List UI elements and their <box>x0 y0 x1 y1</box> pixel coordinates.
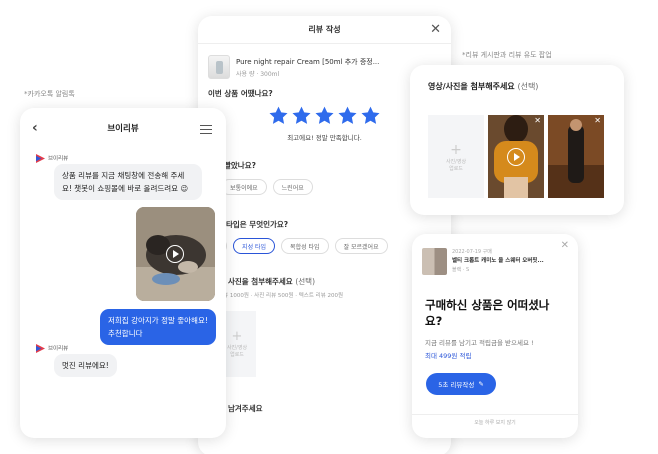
uploaded-photo[interactable]: ✕ <box>548 115 604 198</box>
bot-name: 브이리뷰 <box>48 156 69 162</box>
product-name: Pure night repair Cream [50ml 추가 증정... <box>236 57 380 66</box>
popup-points: 최대 499원 적립 <box>425 352 472 360</box>
popup-product-option: 블랙 · S <box>452 267 470 273</box>
popup-subtext: 지금 리뷰를 남기고 적립금을 받으세요 ! <box>425 339 534 347</box>
bot-label: 브이리뷰 <box>36 154 68 163</box>
review-popup: ✕ 2022-07-19 구매 벨티 크롭트 캐미노 울 스웨터 오버핏... … <box>412 234 578 438</box>
option-chip[interactable]: 복합성 타입 <box>281 238 329 254</box>
close-icon[interactable]: ✕ <box>561 240 569 251</box>
play-icon[interactable] <box>166 245 184 263</box>
bot-logo-icon <box>36 344 45 353</box>
chat-header: ‹ 브이리뷰 <box>20 108 226 148</box>
chat-window: ‹ 브이리뷰 브이리뷰 상품 리뷰를 지금 채팅창에 전송해 주세요! 챗봇이 … <box>20 108 226 438</box>
kakao-caption: *카카오톡 알림톡 <box>24 90 75 98</box>
dog-video-thumbnail[interactable] <box>136 207 215 301</box>
chat-bubble-user: 저희집 강아지가 정말 좋아해요! 추천합니다 <box>100 309 216 345</box>
plus-icon: + <box>231 329 243 344</box>
media-upload-optional: (선택) <box>517 82 539 91</box>
photo-question-text: 사진을 첨부해주세요 <box>228 277 293 286</box>
remove-icon[interactable]: ✕ <box>534 116 541 125</box>
board-caption: *리뷰 게시판과 리뷰 유도 팝업 <box>462 51 552 59</box>
media-upload-title-text: 영상/사진을 첨부해주세요 <box>428 82 515 91</box>
product-option: 사용 량 · 300ml <box>236 70 280 78</box>
review-form-title: 리뷰 작성 <box>308 25 341 34</box>
popup-purchase-date: 2022-07-19 구매 <box>452 249 492 255</box>
write-review-button[interactable]: 5초 리뷰작성 ✎ <box>426 373 496 395</box>
dismiss-today-link[interactable]: 오늘 하루 보지 않기 <box>412 414 578 438</box>
product-thumbnail <box>208 55 230 79</box>
close-icon[interactable]: ✕ <box>430 22 441 37</box>
media-upload-button[interactable]: + 사진/영상 업로드 <box>428 115 484 198</box>
skin-type-question: 타입은 무엇인가요? <box>226 220 289 229</box>
bot-name: 브이리뷰 <box>48 346 69 352</box>
option-chip[interactable]: 보통이에요 <box>221 179 267 195</box>
star-icon[interactable] <box>291 105 312 126</box>
photo-question-optional: (선택) <box>295 277 315 286</box>
upload-label: 사진/영상 업로드 <box>226 345 248 358</box>
plus-icon: + <box>450 141 462 158</box>
bot-label: 브이리뷰 <box>36 344 68 353</box>
outfit-photo <box>548 115 604 198</box>
media-row: + 사진/영상 업로드 ✕ ✕ <box>428 115 604 198</box>
option-chip[interactable]: 잘 모르겠어요 <box>334 238 388 254</box>
media-upload-title: 영상/사진을 첨부해주세요 (선택) <box>410 65 624 92</box>
option-chip[interactable]: 느린어요 <box>272 179 313 195</box>
bot-logo-icon <box>36 154 45 163</box>
back-icon[interactable]: ‹ <box>32 120 38 136</box>
media-upload-card: 영상/사진을 첨부해주세요 (선택) + 사진/영상 업로드 ✕ ✕ <box>410 65 624 215</box>
menu-icon[interactable] <box>200 125 212 134</box>
chat-bubble-bot: 상품 리뷰를 지금 채팅창에 전송해 주세요! 챗봇이 쇼핑몰에 바로 올려드려… <box>54 164 202 200</box>
pencil-icon: ✎ <box>478 380 484 388</box>
play-icon[interactable] <box>507 148 525 166</box>
popup-product: 2022-07-19 구매 벨티 크롭트 캐미노 울 스웨터 오버핏... 블랙… <box>422 248 544 275</box>
write-review-label: 5초 리뷰작성 <box>438 381 475 389</box>
popup-product-name: 벨티 크롭트 캐미노 울 스웨터 오버핏... <box>452 258 544 264</box>
uploaded-video[interactable]: ✕ <box>488 115 544 198</box>
chat-title: 브이리뷰 <box>107 124 139 134</box>
star-icon[interactable] <box>314 105 335 126</box>
media-upload-label: 사진/영상 업로드 <box>445 158 467 172</box>
chat-bubble-bot: 멋진 리뷰에요! <box>54 354 117 377</box>
star-icon[interactable] <box>337 105 358 126</box>
star-icon[interactable] <box>360 105 381 126</box>
review-form-header: 리뷰 작성 ✕ <box>198 16 451 44</box>
remove-icon[interactable]: ✕ <box>594 116 601 125</box>
popup-headline: 구매하신 상품은 어떠셨나요? <box>425 298 550 328</box>
star-icon[interactable] <box>268 105 289 126</box>
option-chip[interactable]: 지성 타입 <box>233 238 276 254</box>
popup-product-thumbnail <box>422 248 447 275</box>
